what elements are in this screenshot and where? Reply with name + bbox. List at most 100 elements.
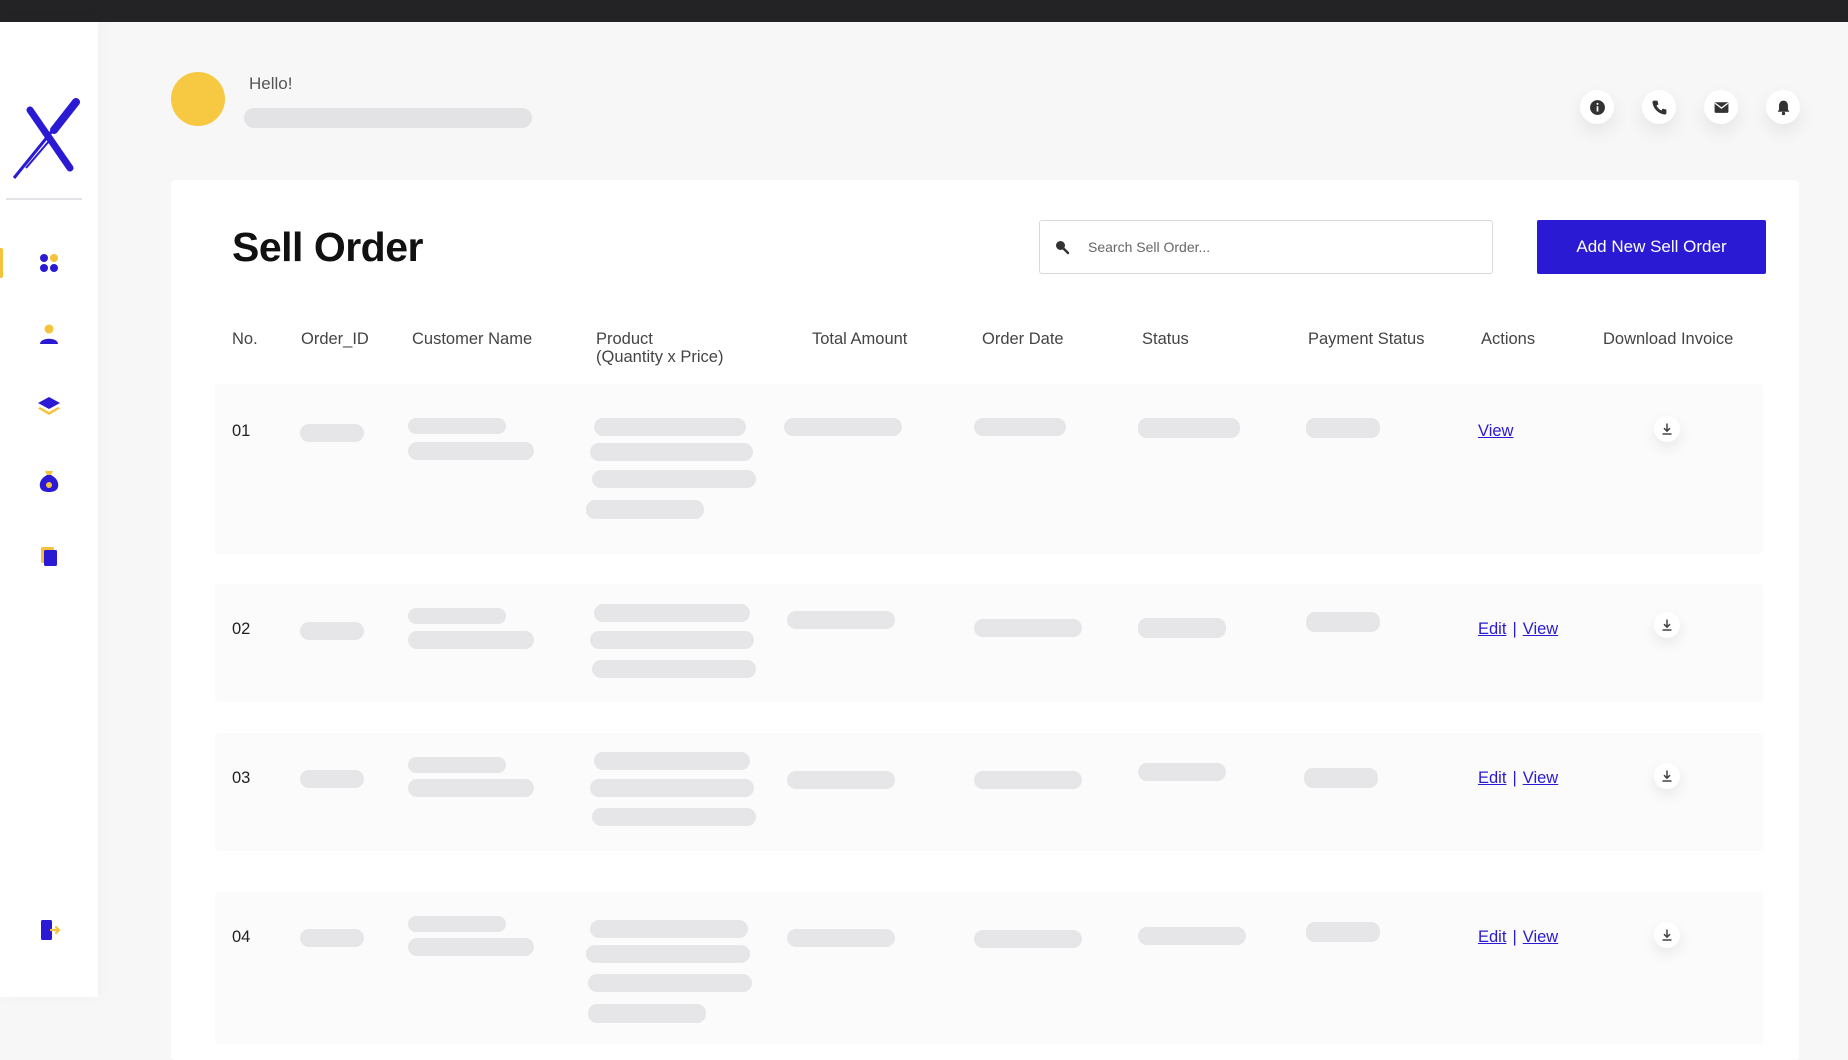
customer-detail-placeholder <box>408 938 534 956</box>
row-actions: Edit | View <box>1478 620 1558 639</box>
product-placeholder <box>590 779 754 797</box>
total-amount-placeholder <box>787 771 895 789</box>
view-link[interactable]: View <box>1523 928 1558 946</box>
logout-icon <box>41 920 61 940</box>
sidebar-item-users[interactable] <box>0 309 98 359</box>
page-title: Sell Order <box>232 224 423 270</box>
row-actions: Edit | View <box>1478 928 1558 947</box>
money-bag-icon <box>39 471 59 492</box>
order-id-placeholder <box>300 622 364 640</box>
order-date-placeholder <box>974 771 1082 789</box>
brand-logo[interactable] <box>10 90 86 182</box>
action-separator: | <box>1512 928 1517 946</box>
product-placeholder <box>594 752 750 770</box>
status-placeholder <box>1138 618 1226 638</box>
column-header-order-date: Order Date <box>982 330 1064 348</box>
row-number: 02 <box>232 620 251 638</box>
column-header-order-id: Order_ID <box>301 330 369 348</box>
search-icon <box>1056 241 1070 255</box>
column-header-product-subtitle: (Quantity x Price) <box>596 348 724 366</box>
user-name-placeholder <box>244 108 532 128</box>
customer-detail-placeholder <box>408 631 534 649</box>
product-placeholder <box>592 470 756 488</box>
product-placeholder <box>586 500 704 519</box>
info-button[interactable] <box>1580 90 1614 124</box>
column-header-total-amount: Total Amount <box>812 330 908 348</box>
customer-name-placeholder <box>408 757 506 773</box>
table-row: 03 Edit | View <box>215 733 1763 851</box>
dashboard-icon <box>40 254 58 272</box>
customer-detail-placeholder <box>408 442 534 460</box>
notifications-button[interactable] <box>1766 90 1800 124</box>
column-header-actions: Actions <box>1481 330 1536 348</box>
column-header-product-title: Product <box>596 330 653 348</box>
view-link[interactable]: View <box>1523 769 1558 787</box>
edit-link[interactable]: Edit <box>1478 769 1506 787</box>
avatar[interactable] <box>171 72 225 126</box>
total-amount-placeholder <box>784 418 902 436</box>
layers-icon <box>38 397 60 415</box>
search-input[interactable] <box>1088 239 1468 255</box>
sidebar-item-documents[interactable] <box>0 531 98 581</box>
mail-icon <box>1714 101 1728 113</box>
status-placeholder <box>1138 418 1240 438</box>
row-actions: Edit | View <box>1478 769 1558 788</box>
info-icon <box>1589 99 1605 115</box>
payment-status-placeholder <box>1306 418 1380 438</box>
sidebar-item-dashboard[interactable] <box>0 238 98 288</box>
table-row: 01 View <box>215 384 1763 554</box>
status-placeholder <box>1138 763 1226 781</box>
add-new-sell-order-button[interactable]: Add New Sell Order <box>1537 220 1766 274</box>
download-icon <box>1662 770 1672 782</box>
column-header-payment-status: Payment Status <box>1308 330 1425 348</box>
row-actions: View <box>1478 422 1513 441</box>
column-header-customer-name: Customer Name <box>412 330 533 348</box>
logo-divider <box>6 198 82 200</box>
total-amount-placeholder <box>787 929 895 947</box>
download-icon <box>1662 929 1672 941</box>
order-id-placeholder <box>300 424 364 442</box>
download-icon <box>1662 619 1672 631</box>
column-header-no: No. <box>232 330 258 348</box>
product-placeholder <box>588 974 752 992</box>
product-placeholder <box>588 1004 706 1023</box>
download-icon <box>1662 423 1672 435</box>
mail-button[interactable] <box>1704 90 1738 124</box>
greeting-text: Hello! <box>249 74 293 93</box>
sidebar-item-logout[interactable] <box>0 905 98 955</box>
download-invoice-button[interactable] <box>1654 416 1680 442</box>
order-date-placeholder <box>974 418 1066 436</box>
product-placeholder <box>594 604 750 622</box>
product-placeholder <box>590 443 753 461</box>
view-link[interactable]: View <box>1478 422 1513 440</box>
column-header-product: Product (Quantity x Price) <box>596 330 723 366</box>
order-date-placeholder <box>974 930 1082 948</box>
view-link[interactable]: View <box>1523 620 1558 638</box>
order-id-placeholder <box>300 929 364 947</box>
customer-detail-placeholder <box>408 779 534 797</box>
sidebar-item-inventory[interactable] <box>0 381 98 431</box>
order-date-placeholder <box>974 619 1082 637</box>
customer-name-placeholder <box>408 916 506 932</box>
customer-name-placeholder <box>408 418 506 434</box>
edit-link[interactable]: Edit <box>1478 928 1506 946</box>
table-row: 02 Edit | View <box>215 584 1763 702</box>
search-box[interactable] <box>1039 220 1493 274</box>
payment-status-placeholder <box>1304 768 1378 788</box>
row-number: 01 <box>232 422 251 440</box>
row-number: 03 <box>232 769 251 787</box>
sell-order-card: Sell Order Add New Sell Order No. Order_… <box>171 180 1799 1060</box>
phone-icon <box>1651 100 1666 115</box>
phone-button[interactable] <box>1642 90 1676 124</box>
edit-link[interactable]: Edit <box>1478 620 1506 638</box>
download-invoice-button[interactable] <box>1654 922 1680 948</box>
download-invoice-button[interactable] <box>1654 763 1680 789</box>
sidebar-item-finance[interactable] <box>0 456 98 506</box>
download-invoice-button[interactable] <box>1654 612 1680 638</box>
product-placeholder <box>592 660 756 678</box>
order-id-placeholder <box>300 770 364 788</box>
user-icon <box>40 324 58 344</box>
column-header-download-invoice: Download Invoice <box>1603 330 1734 348</box>
product-placeholder <box>594 418 746 436</box>
status-placeholder <box>1138 927 1246 945</box>
